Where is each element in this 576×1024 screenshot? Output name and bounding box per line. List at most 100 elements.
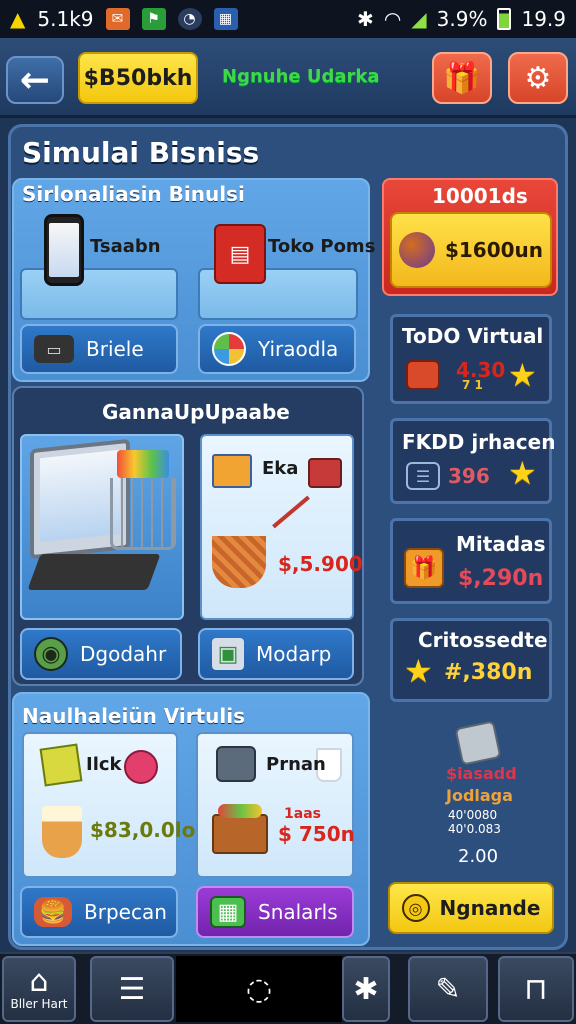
side-card-critossedte-value: #,380n (444, 660, 533, 685)
back-button[interactable]: ← (6, 56, 64, 104)
ngnande-button[interactable]: ◎ Ngnande (388, 882, 554, 934)
camera-icon (216, 746, 256, 782)
button-snalarls[interactable]: ▦ Snalarls (196, 886, 354, 938)
coin-icon: ◎ (401, 894, 430, 922)
button-brpecan-label: Brpecan (84, 900, 167, 924)
box-icon (212, 454, 252, 488)
section-upgrades-title: GannaUpUpaabe (102, 400, 290, 424)
info-line-2: Jodlaga (446, 786, 513, 805)
card-food-label: Ilck (86, 754, 122, 775)
person-icon: ✱ (353, 971, 379, 1007)
coins-button[interactable]: $1600un (390, 212, 552, 288)
card-drinks-price: $ 750n (278, 822, 355, 846)
card-items-label: Eka (262, 458, 299, 479)
card-store-label: Toko Poms (268, 236, 376, 257)
shop-button[interactable]: 🎁 (432, 52, 492, 104)
side-card-mitadas-value: $,290n (458, 566, 544, 591)
basket-nav-icon: ⊓ (524, 971, 548, 1007)
refresh-icon: ◌ (245, 971, 273, 1007)
nav-basket[interactable]: ⊓ (498, 956, 574, 1022)
card-laptop-cart[interactable] (20, 434, 184, 620)
basket-green-icon: ▦ (210, 896, 246, 928)
tool-icon (272, 495, 310, 529)
robot-icon: ▤ (214, 224, 266, 284)
star-icon: ★ (508, 454, 537, 492)
button-snalarls-label: Snalarls (258, 900, 338, 924)
flag-icon: ⚑ (141, 8, 166, 30)
info-line-1: $iasadd (446, 764, 517, 783)
battery-pct: 3.9% (436, 7, 488, 31)
app-notif-icon: ✉ (105, 8, 130, 30)
button-modarp[interactable]: ▣ Modarp (198, 628, 354, 680)
nav-list[interactable]: ☰ (90, 956, 174, 1022)
nav-home-gesture[interactable]: ◌ (176, 956, 342, 1022)
wifi-icon: ◠ (383, 7, 402, 31)
button-yiraodla[interactable]: Yiraodla (198, 324, 356, 374)
page-title: Simulai Bisniss (22, 136, 260, 169)
home-icon: ⌂ (29, 964, 49, 999)
nav-pin[interactable]: ✎ (408, 956, 488, 1022)
cheese-icon (39, 743, 83, 787)
button-briele-label: Briele (86, 337, 144, 361)
shop-icon: 🎁 (443, 60, 481, 96)
color-wheel-icon (212, 332, 246, 366)
button-dgodahr[interactable]: ◉ Dgodahr (20, 628, 182, 680)
battery-icon (497, 8, 512, 30)
food-icon: 🍔 (34, 897, 72, 927)
gift-icon (308, 458, 342, 488)
coins-panel-title: 10001ds (432, 184, 528, 208)
header-subtitle: Ngnuhe Udarka (222, 66, 380, 87)
stack-icon: ☰ (406, 462, 440, 490)
coins-value: $1600un (444, 238, 544, 262)
dial-icon: ◉ (34, 637, 68, 671)
side-card-mitadas-title: Mitadas (456, 532, 546, 556)
side-card-food-title: FKDD jrhacen (402, 430, 556, 454)
status-time: 5.1k9 (37, 7, 94, 31)
phone-icon (44, 214, 84, 286)
info-line-4: 40'0.083 (448, 822, 501, 836)
wallet-icon: ▭ (34, 335, 74, 363)
gift-icon: 🎁 (404, 548, 444, 588)
button-briele[interactable]: ▭ Briele (20, 324, 178, 374)
cart-icon (110, 450, 176, 550)
info-line-3: 40'0080 (448, 808, 498, 822)
nav-home-label: Bller Hart (10, 997, 68, 1011)
nav-home[interactable]: ⌂ Bller Hart (2, 956, 76, 1022)
side-card-critossedte-title: Critossedte (418, 628, 548, 652)
info-value: 2.00 (458, 846, 499, 867)
status-clock: 19.9 (521, 7, 566, 31)
card-items-price: $,5.900 (278, 552, 363, 576)
star-icon: ★ (508, 356, 537, 394)
status-bar: ▲ 5.1k9 ✉ ⚑ ◔ ▦ ✱ ◠ ◢ 3.9% 19.9 (0, 0, 576, 38)
section-business-sim-title: Sirlonaliasin Binulsi (22, 182, 245, 206)
button-yiraodla-label: Yiraodla (258, 337, 339, 361)
section-virtual-items-title: Naulhaleiün Virtulis (22, 704, 246, 728)
card-phone-label: Tsaabn (90, 236, 161, 257)
coins-icon (398, 232, 435, 268)
warning-icon: ▲ (10, 7, 26, 31)
bluetooth-icon: ✱ (357, 7, 374, 31)
money-badge: $B50bkh (78, 52, 198, 104)
keyboard-shape (27, 554, 161, 590)
side-card-virtual-sub: 7 1 (462, 378, 483, 392)
ngnande-button-label: Ngnande (439, 896, 541, 920)
grid-icon: ▦ (213, 8, 238, 30)
gear-icon: ⚙ (524, 60, 552, 96)
gift-box-icon (406, 360, 440, 390)
signal-icon: ◢ (411, 7, 427, 31)
card-drinks-price-top: 1aas (284, 806, 321, 822)
settings-button[interactable]: ⚙ (508, 52, 568, 104)
card-food-price: $83,0.0lo (90, 818, 196, 842)
battery-pack-icon (454, 720, 502, 766)
card-drinks-label: Prnan (266, 754, 326, 775)
list-icon: ☰ (118, 971, 146, 1007)
device-icon: ▣ (212, 638, 244, 670)
button-brpecan[interactable]: 🍔 Brpecan (20, 886, 178, 938)
back-arrow-icon: ← (19, 59, 51, 101)
pin-icon: ✎ (435, 971, 461, 1007)
candy-icon (124, 750, 158, 784)
button-dgodahr-label: Dgodahr (80, 642, 167, 666)
fruit-box-icon (212, 804, 268, 854)
popcorn-icon (42, 806, 82, 858)
nav-profile[interactable]: ✱ (342, 956, 390, 1022)
